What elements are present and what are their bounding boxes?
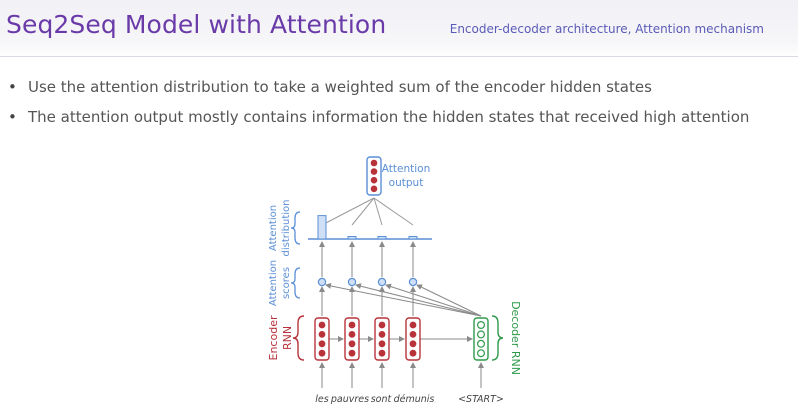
decoder-label: Decoder RNN (509, 301, 522, 375)
input-word: sont (371, 394, 393, 405)
weighted-sum-line (373, 197, 414, 226)
decoder-query-arrow (385, 283, 482, 317)
attention-distribution-label-2: distribution (281, 200, 292, 257)
encoder-neuron (378, 340, 386, 348)
decoder-brace (491, 315, 504, 361)
attention-scores-label-1: Attention (268, 260, 279, 306)
encoder-neuron (378, 331, 386, 338)
attention-score-dot (347, 277, 357, 287)
weighted-sum-line (321, 197, 375, 226)
encoder-neuron (409, 340, 417, 348)
input-word: démunis (394, 394, 435, 405)
encoder-label-1: Encoder (267, 315, 280, 360)
attention-score-dot (317, 277, 327, 287)
attention-output-label-1: Attention (382, 163, 430, 175)
encoder-neuron (348, 349, 356, 357)
attention-distribution-brace (290, 211, 301, 245)
weighted-sum-line (351, 197, 375, 226)
encoder-neuron (318, 340, 326, 348)
attention-scores-label-2: scores (281, 267, 292, 299)
encoder-neuron (409, 349, 417, 357)
attention-output-neuron (370, 185, 378, 193)
encoder-neuron (348, 321, 356, 329)
encoder-neuron (318, 331, 326, 338)
attention-output-neuron (370, 159, 378, 167)
attention-diagram: Attention output Attention distribution … (267, 156, 522, 405)
input-word: <START> (458, 394, 504, 405)
attention-distribution-label-1: Attention (268, 205, 279, 251)
attention-weight-bar (317, 215, 327, 240)
decoder-neuron (477, 321, 486, 330)
encoder-neuron (378, 349, 386, 357)
input-word: les (315, 394, 328, 405)
decoder-query-arrow (416, 284, 482, 317)
encoder-neuron (318, 349, 326, 357)
decoder-neuron (477, 339, 486, 348)
input-word: pauvres (330, 394, 369, 405)
encoder-neuron (348, 331, 356, 338)
encoder-neuron (378, 321, 386, 329)
encoder-neuron (409, 331, 417, 338)
encoder-neuron (348, 340, 356, 348)
attention-scores-brace (290, 267, 301, 299)
encoder-neuron (409, 321, 417, 329)
attention-output-neuron (370, 168, 378, 175)
encoder-neuron (318, 321, 326, 329)
attention-output-label-2: output (389, 177, 424, 189)
decoder-query-arrow (355, 283, 482, 317)
attention-score-dot (377, 277, 387, 287)
attention-weight-bar (347, 236, 357, 240)
decoder-query-arrow (325, 283, 482, 317)
attention-weight-bar (408, 236, 418, 240)
weighted-sum-line (373, 197, 383, 226)
attention-score-dot (408, 277, 418, 287)
decoder-neuron (477, 330, 486, 339)
encoder-label-2: RNN (281, 326, 294, 350)
attention-output-neuron (370, 176, 378, 184)
attention-weight-bar (377, 236, 387, 240)
decoder-neuron (477, 349, 486, 358)
encoder-brace (292, 315, 305, 361)
